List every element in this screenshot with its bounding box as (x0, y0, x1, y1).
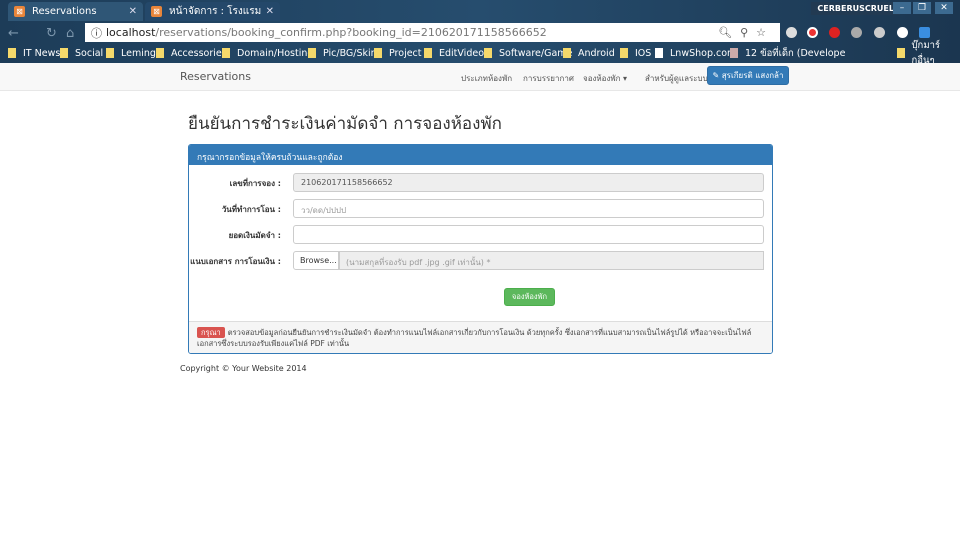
booking-id-input: 210620171158566652 (293, 173, 764, 192)
bookmark-other[interactable]: บุ๊กมาร์กอื่นๆ (897, 40, 960, 66)
notice: กรุณา ตรวจสอบข้อมูลก่อนยืนยันการชำระเงินม… (189, 321, 772, 353)
maximize-button[interactable]: ❐ (913, 2, 931, 14)
nav-admin[interactable]: สำหรับผู้ดูแลระบบ (645, 72, 708, 85)
profile-name[interactable]: CERBERUSCRUEL (811, 2, 900, 15)
attachment-label: แนบเอกสาร การโอนเงิน : (190, 257, 281, 266)
submit-booking-button[interactable]: จองห้องพัก (504, 288, 555, 306)
bookmark[interactable]: IT News (8, 45, 60, 61)
extension-icon[interactable] (829, 27, 840, 38)
address-bar[interactable]: ⓘ localhost/reservations/booking_confirm… (85, 23, 780, 42)
folder-icon (8, 48, 16, 58)
bookmark[interactable]: 12 ข้อที่เด็ก (Develope (730, 45, 845, 61)
notice-label: กรุณา (197, 327, 225, 338)
back-icon[interactable]: ← (8, 26, 19, 41)
close-tab-icon[interactable]: ✕ (129, 6, 137, 17)
lnwshop-icon (655, 48, 663, 58)
transfer-date-input[interactable]: วว/ดด/ปปปป (293, 199, 764, 218)
file-name-field[interactable]: (นามสกุลที่รองรับ pdf .jpg .gif เท่านั้น… (339, 251, 764, 270)
extension-icon[interactable] (897, 27, 908, 38)
folder-icon (620, 48, 628, 58)
user-button[interactable]: ✎ สุรเกียรติ แสงกล้า (707, 66, 789, 85)
close-window-button[interactable]: ✕ (935, 2, 953, 14)
booking-id-row: เลขที่การจอง : 210620171158566652 (189, 173, 772, 192)
tab-admin[interactable]: ⊠ หน้าจัดการ : โรงแรม ✕ (145, 2, 280, 21)
close-tab-icon[interactable]: ✕ (266, 6, 274, 17)
folder-icon (374, 48, 382, 58)
nav-atmosphere[interactable]: การบรรยากาศ (523, 72, 574, 85)
transfer-date-label: วันที่ทำการโอน : (221, 205, 281, 214)
bookmark[interactable]: Android (563, 45, 615, 61)
transfer-date-row: วันที่ทำการโอน : วว/ดด/ปปปป (189, 199, 772, 218)
zoom-key-star-icons[interactable]: 🔍︎⚲☆ (718, 26, 774, 39)
extension-icon[interactable] (919, 27, 930, 38)
bookmark[interactable]: Project (374, 45, 422, 61)
page-title: ยืนยันการชำระเงินค่ามัดจำ การจองห้องพัก (188, 114, 502, 134)
deposit-row: ยอดเงินมัดจำ : (189, 225, 772, 244)
folder-icon (897, 48, 905, 58)
xampp-icon: ⊠ (14, 6, 25, 17)
bookmark[interactable]: Domain/Hosting (222, 45, 313, 61)
bookmark[interactable]: LnwShop.com (655, 45, 736, 61)
browser-chrome: ⊠ Reservations ✕ ⊠ หน้าจัดการ : โรงแรม ✕ CER… (0, 0, 960, 66)
folder-icon (222, 48, 230, 58)
payment-panel: กรุณากรอกข้อมูลให้ครบถ้วนและถูกต้อง เลขท… (188, 144, 773, 354)
bookmark[interactable]: Leming (106, 45, 156, 61)
folder-icon (484, 48, 492, 58)
bookmark[interactable]: Accessories (156, 45, 227, 61)
reload-icon[interactable]: ↻ (46, 26, 57, 41)
folder-icon (60, 48, 68, 58)
bookmark[interactable]: EditVideo (424, 45, 484, 61)
nav-booking-dropdown[interactable]: จองห้องพัก ▾ (583, 72, 627, 85)
nav-room-types[interactable]: ประเภทห้องพัก (461, 72, 512, 85)
browse-button[interactable]: Browse... (293, 251, 339, 270)
extension-icon[interactable] (786, 27, 797, 38)
xampp-icon: ⊠ (151, 6, 162, 17)
deposit-input[interactable] (293, 225, 764, 244)
bookmark[interactable]: Social (60, 45, 103, 61)
booking-id-label: เลขที่การจอง : (229, 179, 281, 188)
folder-icon (308, 48, 316, 58)
notice-text: ตรวจสอบข้อมูลก่อนยืนยันการชำระเงินมัดจำ … (197, 328, 752, 348)
bookmark[interactable]: Software/Game (484, 45, 572, 61)
folder-icon (563, 48, 571, 58)
folder-icon (424, 48, 432, 58)
folder-icon (106, 48, 114, 58)
bookmark[interactable]: Pic/BG/Skin (308, 45, 377, 61)
tab-reservations[interactable]: ⊠ Reservations ✕ (8, 2, 143, 21)
extension-icon[interactable] (807, 27, 818, 38)
site-navbar: Reservations ประเภทห้องพัก การบรรยากาศ จ… (0, 63, 960, 91)
attachment-row: แนบเอกสาร การโอนเงิน : Browse... (นามสกุ… (189, 251, 772, 270)
info-icon: ⓘ (91, 26, 102, 40)
minimize-button[interactable]: – (893, 2, 911, 14)
brand-link[interactable]: Reservations (180, 70, 251, 83)
copyright: Copyright © Your Website 2014 (180, 364, 307, 373)
extension-icon[interactable] (851, 27, 862, 38)
page-icon (730, 48, 738, 58)
bookmark[interactable]: IOS (620, 45, 651, 61)
extension-icon[interactable] (874, 27, 885, 38)
home-icon[interactable]: ⌂ (66, 26, 74, 41)
folder-icon (156, 48, 164, 58)
panel-heading: กรุณากรอกข้อมูลให้ครบถ้วนและถูกต้อง (189, 145, 772, 165)
deposit-label: ยอดเงินมัดจำ : (228, 231, 281, 240)
